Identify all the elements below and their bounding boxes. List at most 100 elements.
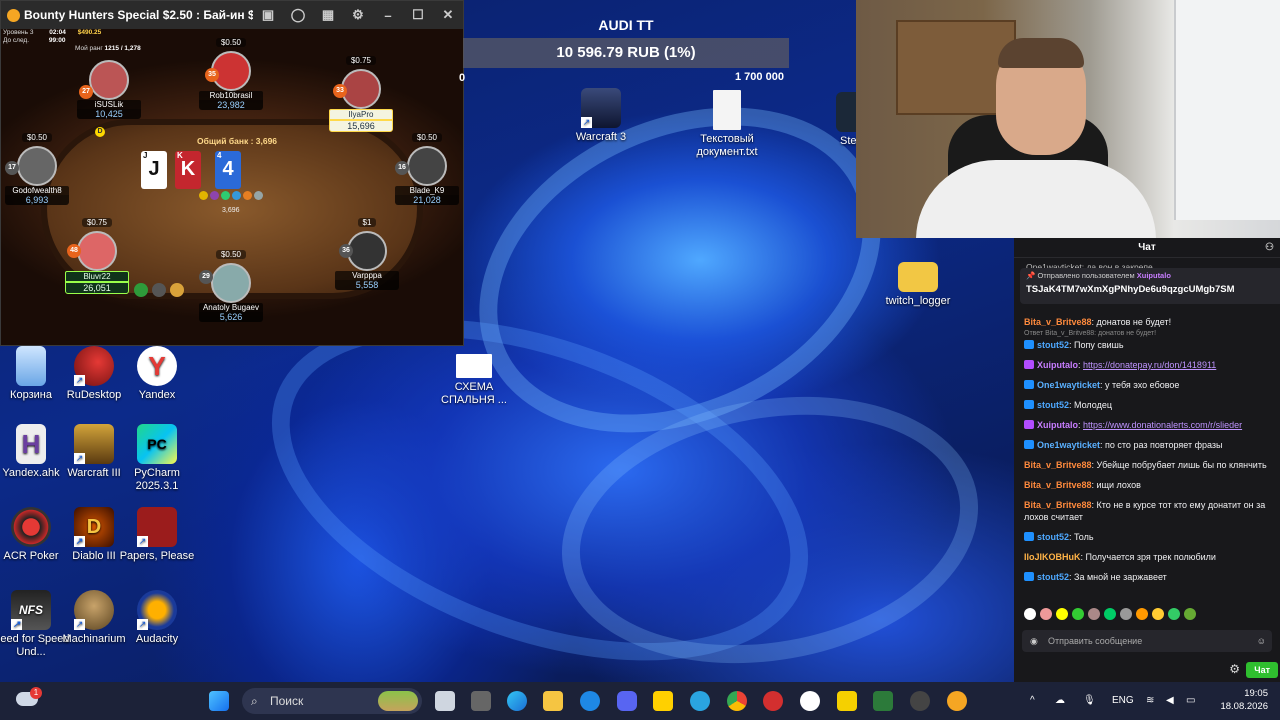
desktop-icon-audacity[interactable]: ↗ Audacity [117,590,197,646]
chat-bubble-icon[interactable]: ◯ [283,7,313,23]
desktop-icon-papers-please[interactable]: ↗ Papers, Please [117,507,197,563]
chat-username[interactable]: Xuiputalo [1037,420,1078,430]
chat-panel[interactable]: Чат ⚇ One1wayticket: да вон в закрепе 📌 … [1014,238,1280,682]
warcraft3-icon: ↗ [581,88,621,128]
bounty-badge: 48 [67,244,81,258]
poker-titlebar[interactable]: Bounty Hunters Special $2.50 : Бай-ин $2… [1,1,463,29]
volume-icon[interactable]: ◀ [1166,682,1174,720]
chat-username[interactable]: stout52 [1037,400,1069,410]
seat-2[interactable]: $0.50 Rob10brasil 23,982 35 [199,32,263,110]
poker-window[interactable]: Bounty Hunters Special $2.50 : Бай-ин $2… [0,0,464,346]
avatar [407,146,447,186]
wifi-icon[interactable]: ≋ [1146,682,1154,720]
grid-icon[interactable]: ▦ [313,7,343,23]
desktop-icon-yandex[interactable]: Y Yandex [117,346,197,402]
app-icon[interactable] [471,691,491,711]
chat-send-button[interactable]: Чат [1246,662,1278,678]
chat-message: Bita_v_Britve88: ищи лохов [1024,479,1276,491]
browser-icon[interactable] [580,691,600,711]
file-explorer-icon[interactable] [543,691,563,711]
badge-icon [1024,400,1034,409]
seat-3[interactable]: $0.75 IlyaPro 15,696 33 [329,50,393,132]
chat-icon[interactable] [152,283,166,297]
obs-icon[interactable] [910,691,930,711]
chat-header: Чат ⚇ [1014,238,1280,258]
note-icon[interactable] [170,283,184,297]
chat-username[interactable]: stout52 [1037,572,1069,582]
emoji-picker-icon[interactable]: ☺ [1257,630,1266,652]
chat-input[interactable]: ◉ Отправить сообщение ☺ [1022,630,1272,652]
chevron-up-icon[interactable]: ^ [1030,682,1035,720]
desktop-icon-label: Stea [840,135,858,147]
chat-username[interactable]: Bita_v_Britve88 [1024,480,1092,490]
steam-icon [836,92,858,132]
chat-users-icon[interactable]: ⚇ [1265,238,1274,258]
chat-username[interactable]: One1wayticket [1037,380,1100,390]
app-icon[interactable] [653,691,673,711]
emoji-icon[interactable] [134,283,148,297]
desktop-icon-label: Текстовый документ.txt [696,133,758,158]
microphone-icon[interactable]: 🎙 [1083,682,1096,720]
chat-username[interactable]: Bita_v_Britve88 [1024,500,1092,510]
discord-icon[interactable] [617,691,637,711]
app-icon[interactable] [873,691,893,711]
seat-6[interactable]: $0.75 Bluvr22 26,051 48 [65,212,129,294]
minimize-button[interactable]: – [373,8,403,23]
notification-badge: 1 [30,687,42,699]
warcraft3-icon: ↗ [74,424,114,464]
language-indicator[interactable]: ENG [1112,682,1134,720]
desktop-icon-twitch-logger[interactable]: twitch_logger [878,258,958,308]
chrome-icon[interactable] [727,691,747,711]
seat-4[interactable]: $0.50 Godofwealth8 6,993 17 [5,127,69,205]
seat-hero[interactable]: $0.50 Anatoly Bugaev 5,626 29 [199,244,263,322]
task-view-icon[interactable] [435,691,455,711]
seat-1[interactable]: iSUSLik 10,425 27 [77,59,141,119]
emote-bar[interactable] [1024,608,1196,620]
taskbar-search[interactable]: ⌕ Поиск [242,688,422,714]
desktop-icon-schema[interactable]: СХЕМА СПАЛЬНЯ ... [434,354,514,407]
chat-username[interactable]: One1wayticket [1037,440,1100,450]
maximize-button[interactable]: ☐ [403,7,433,23]
chat-username[interactable]: Xuiputalo [1037,360,1078,370]
desktop-icon-steam[interactable]: Stea [814,92,858,148]
chat-title: Чат [1138,242,1156,253]
chat-username[interactable]: stout52 [1037,532,1069,542]
chat-message: Bita_v_Britve88: Убейще побрубает лишь б… [1024,459,1276,471]
tile-icon[interactable]: ▣ [253,7,283,23]
seat-7[interactable]: $1 Varpppa 5,558 36 [335,212,399,290]
close-button[interactable]: ✕ [433,7,463,23]
system-clock[interactable]: 19:05 18.08.2026 [1208,687,1268,713]
chat-text: : донатов не будет! [1091,317,1172,327]
chat-settings-icon[interactable]: ⚙ [1229,662,1240,676]
weather-widget[interactable]: 1 [16,687,42,712]
app-icon[interactable] [837,691,857,711]
desktop-icon-text-document[interactable]: Текстовый документ.txt [687,90,767,159]
bounty-badge: 35 [205,68,219,82]
chat-username[interactable]: Bita_v_Britve88 [1024,317,1092,327]
chat-username[interactable]: IloJIKOBHuK [1024,552,1081,562]
rudesktop-icon[interactable] [763,691,783,711]
machinarium-icon: ↗ [74,590,114,630]
edge-icon[interactable] [507,691,527,711]
yandex-icon[interactable] [800,691,820,711]
search-icon: ⌕ [251,694,258,708]
chat-username[interactable]: Bita_v_Britve88 [1024,460,1092,470]
onedrive-icon[interactable]: ☁ [1055,682,1065,720]
avatar [89,60,129,100]
avatar [77,231,117,271]
badge-icon [1024,440,1034,449]
desktop-icon-warcraft3-top[interactable]: ↗ Warcraft 3 [561,88,641,144]
chat-link[interactable]: https://donatepay.ru/don/1418911 [1083,360,1216,370]
webcam-fridge [1174,0,1280,220]
chat-link[interactable]: https://www.donationalerts.com/r/slieder [1083,420,1242,430]
settings-gear-icon[interactable]: ⚙ [343,7,373,23]
poker-app-icon[interactable] [947,691,967,711]
chat-username[interactable]: stout52 [1037,340,1069,350]
start-button[interactable] [209,691,229,711]
chat-input-placeholder: Отправить сообщение [1048,636,1143,646]
desktop-icon-pycharm[interactable]: PC PyCharm 2025.3.1 [117,424,197,493]
battery-icon[interactable]: ▭ [1186,682,1195,720]
telegram-icon[interactable] [690,691,710,711]
pinned-message[interactable]: 📌 Отправлено пользователем Xuiputalo TSJ… [1020,268,1280,304]
seat-5[interactable]: $0.50 Blade_K9 21,028 16 [395,127,459,205]
